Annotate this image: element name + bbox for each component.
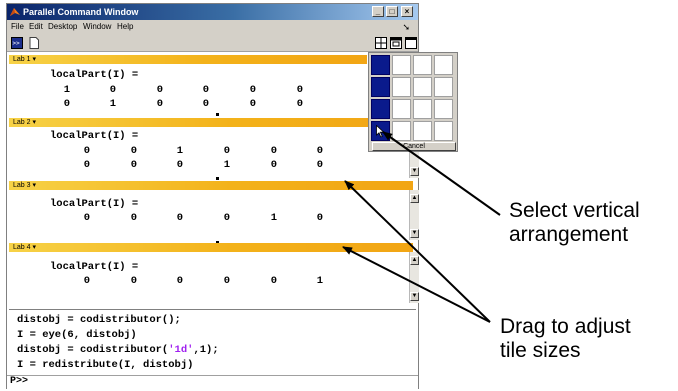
- arrow-to-lab4-divider: [342, 246, 491, 323]
- arrow-to-lab3-divider: [344, 180, 491, 323]
- annotation-drag-line-1: Drag to adjust: [500, 315, 631, 338]
- annotation-drag-tiles: Drag to adjust tile sizes: [500, 315, 631, 363]
- arrow-to-popup: [382, 131, 501, 216]
- annotation-select-line-2: arrangement: [509, 223, 629, 246]
- annotation-drag-line-2: tile sizes: [500, 339, 581, 362]
- annotation-select-vertical: Select vertical arrangement: [509, 199, 640, 247]
- annotation-select-line-1: Select vertical: [509, 199, 640, 222]
